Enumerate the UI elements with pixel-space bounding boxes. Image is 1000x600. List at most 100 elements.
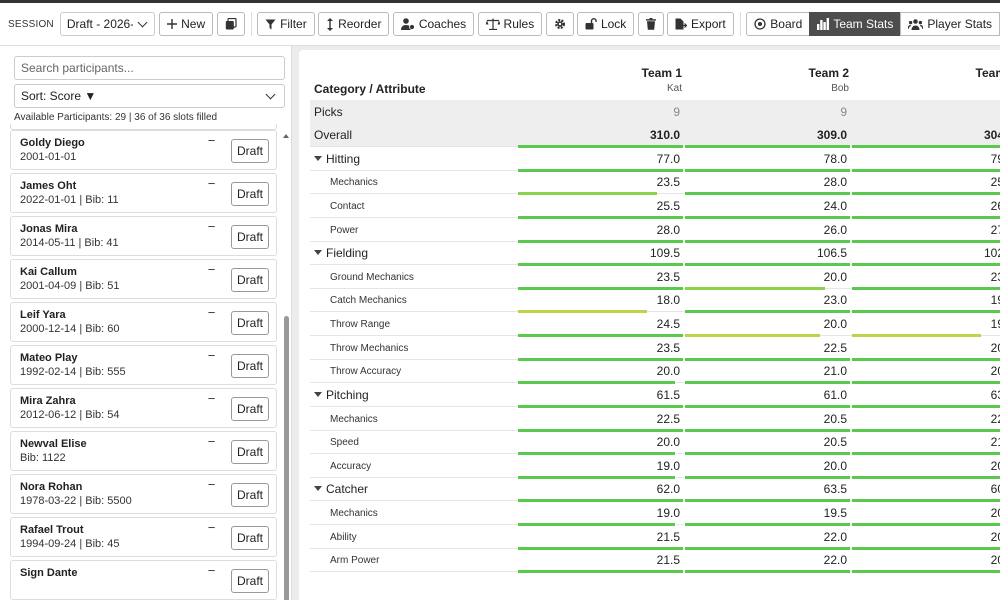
stat-value: 309.0: [816, 128, 847, 142]
remove-icon[interactable]: −: [207, 220, 216, 233]
draft-button[interactable]: Draft: [231, 526, 269, 550]
remove-icon[interactable]: −: [207, 435, 216, 448]
reorder-button[interactable]: Reorder: [318, 12, 390, 36]
draft-button[interactable]: Draft: [231, 311, 269, 335]
stat-cell: 79.0: [852, 147, 1000, 172]
remove-icon[interactable]: −: [207, 349, 216, 362]
attribute-row: Throw Accuracy 20.0 21.0 20.0: [310, 359, 1000, 384]
stat-value: 21.5: [656, 530, 680, 544]
stat-cell: 19.0: [518, 501, 683, 526]
settings-button[interactable]: [545, 12, 574, 36]
scrollbar-thumb[interactable]: [284, 316, 289, 600]
participant-card[interactable]: Kai Callum 2001-04-09 | Bib: 51 − Draft: [10, 259, 277, 299]
participant-name: Mira Zahra: [20, 395, 76, 407]
draft-button[interactable]: Draft: [231, 397, 269, 421]
draft-button[interactable]: Draft: [231, 440, 269, 464]
rules-button[interactable]: Rules: [477, 12, 543, 36]
participant-card[interactable]: Nora Rohan 1978-03-22 | Bib: 5500 − Draft: [10, 474, 277, 514]
row-label: Speed: [330, 437, 359, 448]
delete-button[interactable]: [637, 12, 664, 36]
attribute-row: Throw Range 24.5 20.0 19.5: [310, 312, 1000, 337]
view-board-button[interactable]: Board: [746, 12, 811, 36]
copy-button[interactable]: [216, 12, 245, 36]
target-icon: [754, 18, 766, 30]
remove-icon[interactable]: −: [207, 564, 216, 577]
category-row[interactable]: Fielding 109.5 106.5 102.0: [310, 241, 1000, 266]
participant-card[interactable]: Mateo Play 1992-02-14 | Bib: 555 − Draft: [10, 345, 277, 385]
stat-value: 19.5: [823, 506, 847, 520]
remove-icon[interactable]: −: [207, 478, 216, 491]
lock-button[interactable]: Lock: [576, 12, 635, 36]
stat-value: 20.5: [823, 435, 847, 449]
stat-value: 23.5: [656, 270, 680, 284]
stat-cell: 25.0: [852, 170, 1000, 195]
participant-card[interactable]: Mira Zahra 2012-06-12 | Bib: 54 − Draft: [10, 388, 277, 428]
draft-button[interactable]: Draft: [231, 182, 269, 206]
toolbar: SESSION Draft - 2026-07-08 (active) New …: [0, 0, 1000, 46]
caret-down-icon[interactable]: [314, 250, 322, 255]
stat-value: 21.5: [656, 553, 680, 567]
participant-card[interactable]: Newval Elise Bib: 1122 − Draft: [10, 431, 277, 471]
participant-card[interactable]: Leif Yara 2000-12-14 | Bib: 60 − Draft: [10, 302, 277, 342]
reorder-icon: [327, 17, 334, 31]
draft-button[interactable]: Draft: [231, 569, 269, 593]
caret-down-icon[interactable]: [314, 486, 322, 491]
row-label: Catcher: [326, 482, 369, 496]
category-row[interactable]: Pitching 61.5 61.0 63.0: [310, 383, 1000, 408]
remove-icon[interactable]: −: [207, 392, 216, 405]
search-input[interactable]: [14, 56, 285, 80]
view-team-stats-button[interactable]: Team Stats: [809, 12, 902, 36]
stat-cell: 61.5: [518, 383, 683, 408]
team-stats-panel: Category / Attribute Team 1 Kat Team 2 Bob T…: [299, 50, 1000, 600]
participant-card[interactable]: James Oht 2022-01-01 | Bib: 11 − Draft: [10, 173, 277, 213]
filter-button[interactable]: Filter: [257, 12, 315, 36]
row-label: Power: [330, 225, 359, 236]
draft-button[interactable]: Draft: [231, 354, 269, 378]
stat-cell: 19.5: [852, 312, 1000, 337]
participant-card[interactable]: Jonas Mira 2014-05-11 | Bib: 41 − Draft: [10, 216, 277, 256]
draft-button[interactable]: Draft: [231, 483, 269, 507]
stat-cell: 19.5: [685, 501, 850, 526]
participant-name: Sign Dante: [20, 567, 78, 579]
category-row[interactable]: Hitting 77.0 78.0 79.0: [310, 147, 1000, 172]
stat-value: 77.0: [656, 152, 680, 166]
stat-value: 22.5: [656, 412, 680, 426]
stat-value: 20.5: [823, 412, 847, 426]
caret-down-icon[interactable]: [314, 156, 322, 161]
draft-button[interactable]: Draft: [231, 268, 269, 292]
stat-cell: 21.5: [518, 548, 683, 573]
sort-select[interactable]: Sort: Score ▼: [14, 84, 285, 108]
remove-icon[interactable]: −: [207, 521, 216, 534]
stat-cell: 20.0: [518, 359, 683, 384]
coaches-button[interactable]: Coaches: [392, 12, 475, 36]
stat-cell: 78.0: [685, 147, 850, 172]
attribute-row: Catch Mechanics 18.0 23.0 19.0: [310, 288, 1000, 313]
sort-value: Sort: Score ▼: [21, 89, 97, 103]
stat-cell: 63.0: [852, 383, 1000, 408]
scroll-up-arrow-icon[interactable]: [283, 134, 289, 138]
row-label: Throw Accuracy: [330, 366, 402, 377]
stat-cell: 28.0: [518, 218, 683, 243]
category-row[interactable]: Catcher 62.0 63.5 60.0: [310, 477, 1000, 502]
attribute-row: Speed 20.0 20.5 21.0: [310, 430, 1000, 455]
caret-down-icon[interactable]: [314, 392, 322, 397]
view-player-stats-button[interactable]: Player Stats: [900, 12, 1000, 36]
filter-button-label: Filter: [280, 17, 307, 31]
file-export-icon: [675, 18, 688, 30]
team-coach: Kat: [666, 83, 682, 94]
participant-card[interactable]: Sign Dante − Draft: [10, 560, 277, 600]
remove-icon[interactable]: −: [207, 177, 216, 190]
remove-icon[interactable]: −: [207, 306, 216, 319]
draft-button[interactable]: Draft: [231, 225, 269, 249]
new-button[interactable]: New: [159, 12, 214, 36]
session-select[interactable]: Draft - 2026-07-08 (active): [59, 12, 155, 36]
export-button[interactable]: Export: [667, 12, 734, 36]
participant-card[interactable]: Goldy Diego 2001-01-01 − Draft: [10, 130, 277, 170]
draft-button[interactable]: Draft: [231, 139, 269, 163]
stat-value: 23.0: [990, 270, 1000, 284]
stat-value: 63.5: [823, 482, 847, 496]
participant-card[interactable]: Rafael Trout 1994-09-24 | Bib: 45 − Draft: [10, 517, 277, 557]
remove-icon[interactable]: −: [207, 134, 216, 147]
remove-icon[interactable]: −: [207, 263, 216, 276]
export-button-label: Export: [691, 17, 726, 31]
